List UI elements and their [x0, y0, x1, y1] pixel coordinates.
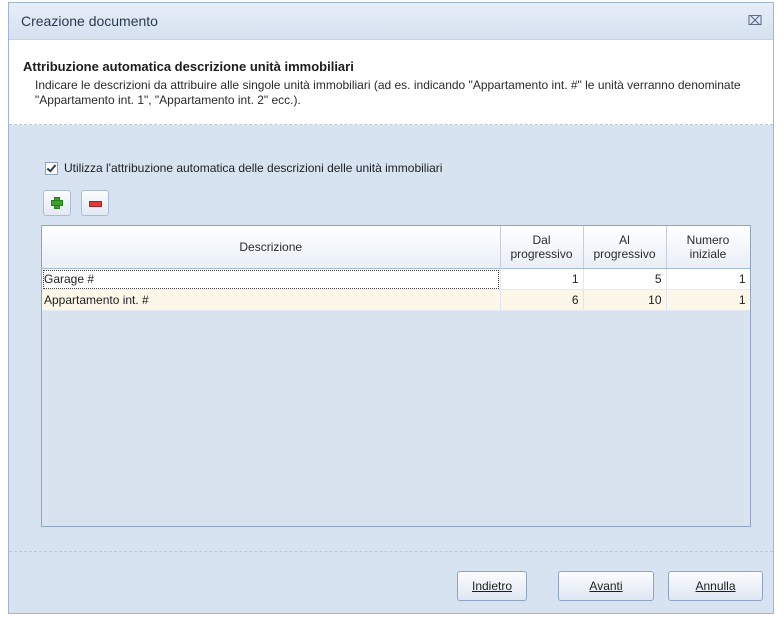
auto-description-checkbox[interactable]: [45, 161, 58, 175]
cancel-button[interactable]: Annulla: [668, 571, 763, 601]
cell-descrizione[interactable]: Appartamento int. #: [42, 289, 501, 311]
close-icon[interactable]: ⌧: [747, 13, 763, 29]
cell-numero-iniziale[interactable]: 1: [666, 289, 750, 311]
remove-row-button[interactable]: [81, 190, 109, 216]
cell-descrizione[interactable]: Garage #: [42, 268, 501, 290]
cell-al-progressivo[interactable]: 5: [583, 268, 667, 290]
descriptions-table: Descrizione Dal progressivo Al progressi…: [42, 226, 750, 311]
cell-numero-iniziale[interactable]: 1: [666, 268, 750, 290]
dialog-window: Creazione documento ⌧ Attribuzione autom…: [8, 2, 774, 614]
window-title: Creazione documento: [21, 13, 158, 29]
column-header-dal-progressivo[interactable]: Dal progressivo: [500, 226, 584, 269]
table-row[interactable]: Appartamento int. # 6 10 1: [42, 289, 750, 311]
column-header-al-progressivo[interactable]: Al progressivo: [583, 226, 667, 269]
plus-icon: [51, 197, 63, 209]
minus-icon: [89, 201, 102, 207]
auto-description-label[interactable]: Utilizza l'attribuzione automatica delle…: [64, 161, 442, 175]
cell-dal-progressivo[interactable]: 6: [500, 289, 584, 311]
table-row[interactable]: Garage # 1 5 1: [42, 268, 750, 290]
cell-al-progressivo[interactable]: 10: [583, 289, 667, 311]
descriptions-grid: Descrizione Dal progressivo Al progressi…: [41, 225, 751, 527]
header-title: Attribuzione automatica descrizione unit…: [23, 59, 354, 74]
column-header-numero-iniziale[interactable]: Numero iniziale: [666, 226, 750, 269]
auto-description-option[interactable]: Utilizza l'attribuzione automatica delle…: [45, 160, 442, 176]
grid-header-row: Descrizione Dal progressivo Al progressi…: [42, 226, 750, 269]
wizard-header: Attribuzione automatica descrizione unit…: [9, 40, 773, 125]
cell-dal-progressivo[interactable]: 1: [500, 268, 584, 290]
add-row-button[interactable]: [43, 190, 71, 216]
column-header-descrizione[interactable]: Descrizione: [42, 226, 501, 269]
title-bar: Creazione documento ⌧: [9, 3, 773, 40]
next-button[interactable]: Avanti: [558, 571, 654, 601]
footer-separator: [9, 551, 773, 552]
back-button[interactable]: Indietro: [457, 571, 527, 601]
header-description: Indicare le descrizioni da attribuire al…: [35, 78, 741, 107]
